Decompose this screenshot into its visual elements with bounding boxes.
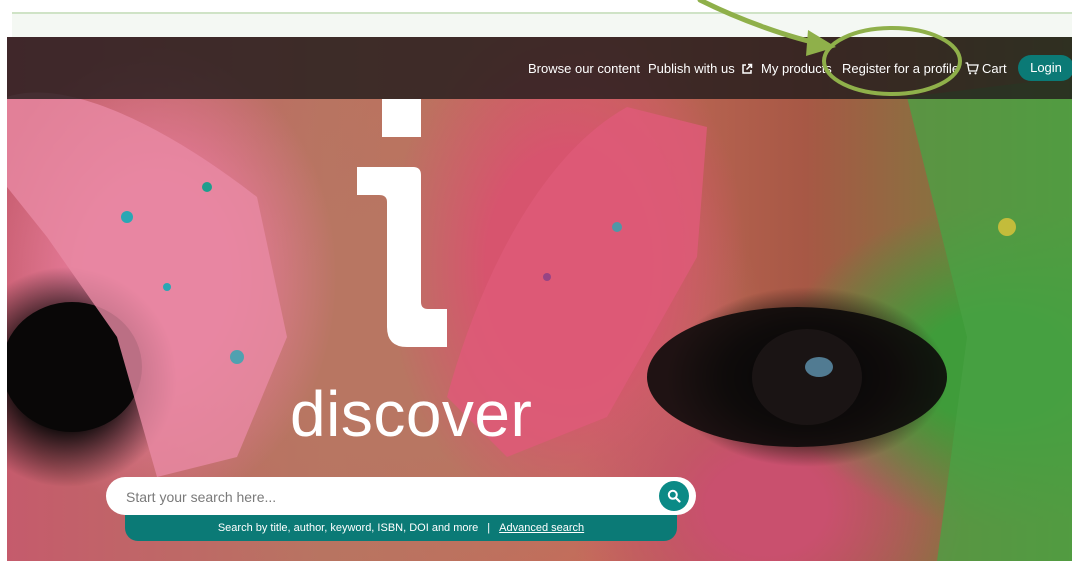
nav-cart[interactable]: Cart — [965, 61, 1007, 79]
search-input[interactable] — [124, 477, 648, 517]
nav-publish-label: Publish with us — [648, 61, 735, 76]
nav-publish-with-us[interactable]: Publish with us — [648, 61, 753, 79]
cart-label: Cart — [982, 61, 1007, 76]
nav-register-profile[interactable]: Register for a profile — [842, 61, 959, 77]
nav-browse-content[interactable]: Browse our content — [528, 61, 640, 77]
search-box — [106, 477, 696, 517]
external-link-icon — [741, 63, 753, 79]
hero-banner: Browse our content Publish with us My pr… — [7, 37, 1072, 561]
search-button[interactable] — [659, 481, 689, 511]
search-help-bar: Search by title, author, keyword, ISBN, … — [125, 515, 677, 541]
help-separator: | — [487, 522, 491, 534]
advanced-search-link[interactable]: Advanced search — [499, 522, 584, 534]
logo-wordmark: discover — [290, 378, 533, 450]
top-navigation: Browse our content Publish with us My pr… — [7, 37, 1072, 99]
cart-icon — [965, 62, 979, 79]
browser-top-strip — [0, 0, 1077, 37]
nav-my-products[interactable]: My products — [761, 61, 832, 77]
search-icon — [667, 489, 681, 503]
search-help-text: Search by title, author, keyword, ISBN, … — [217, 522, 479, 534]
login-button[interactable]: Login — [1018, 55, 1072, 81]
top-tint — [12, 14, 1072, 37]
